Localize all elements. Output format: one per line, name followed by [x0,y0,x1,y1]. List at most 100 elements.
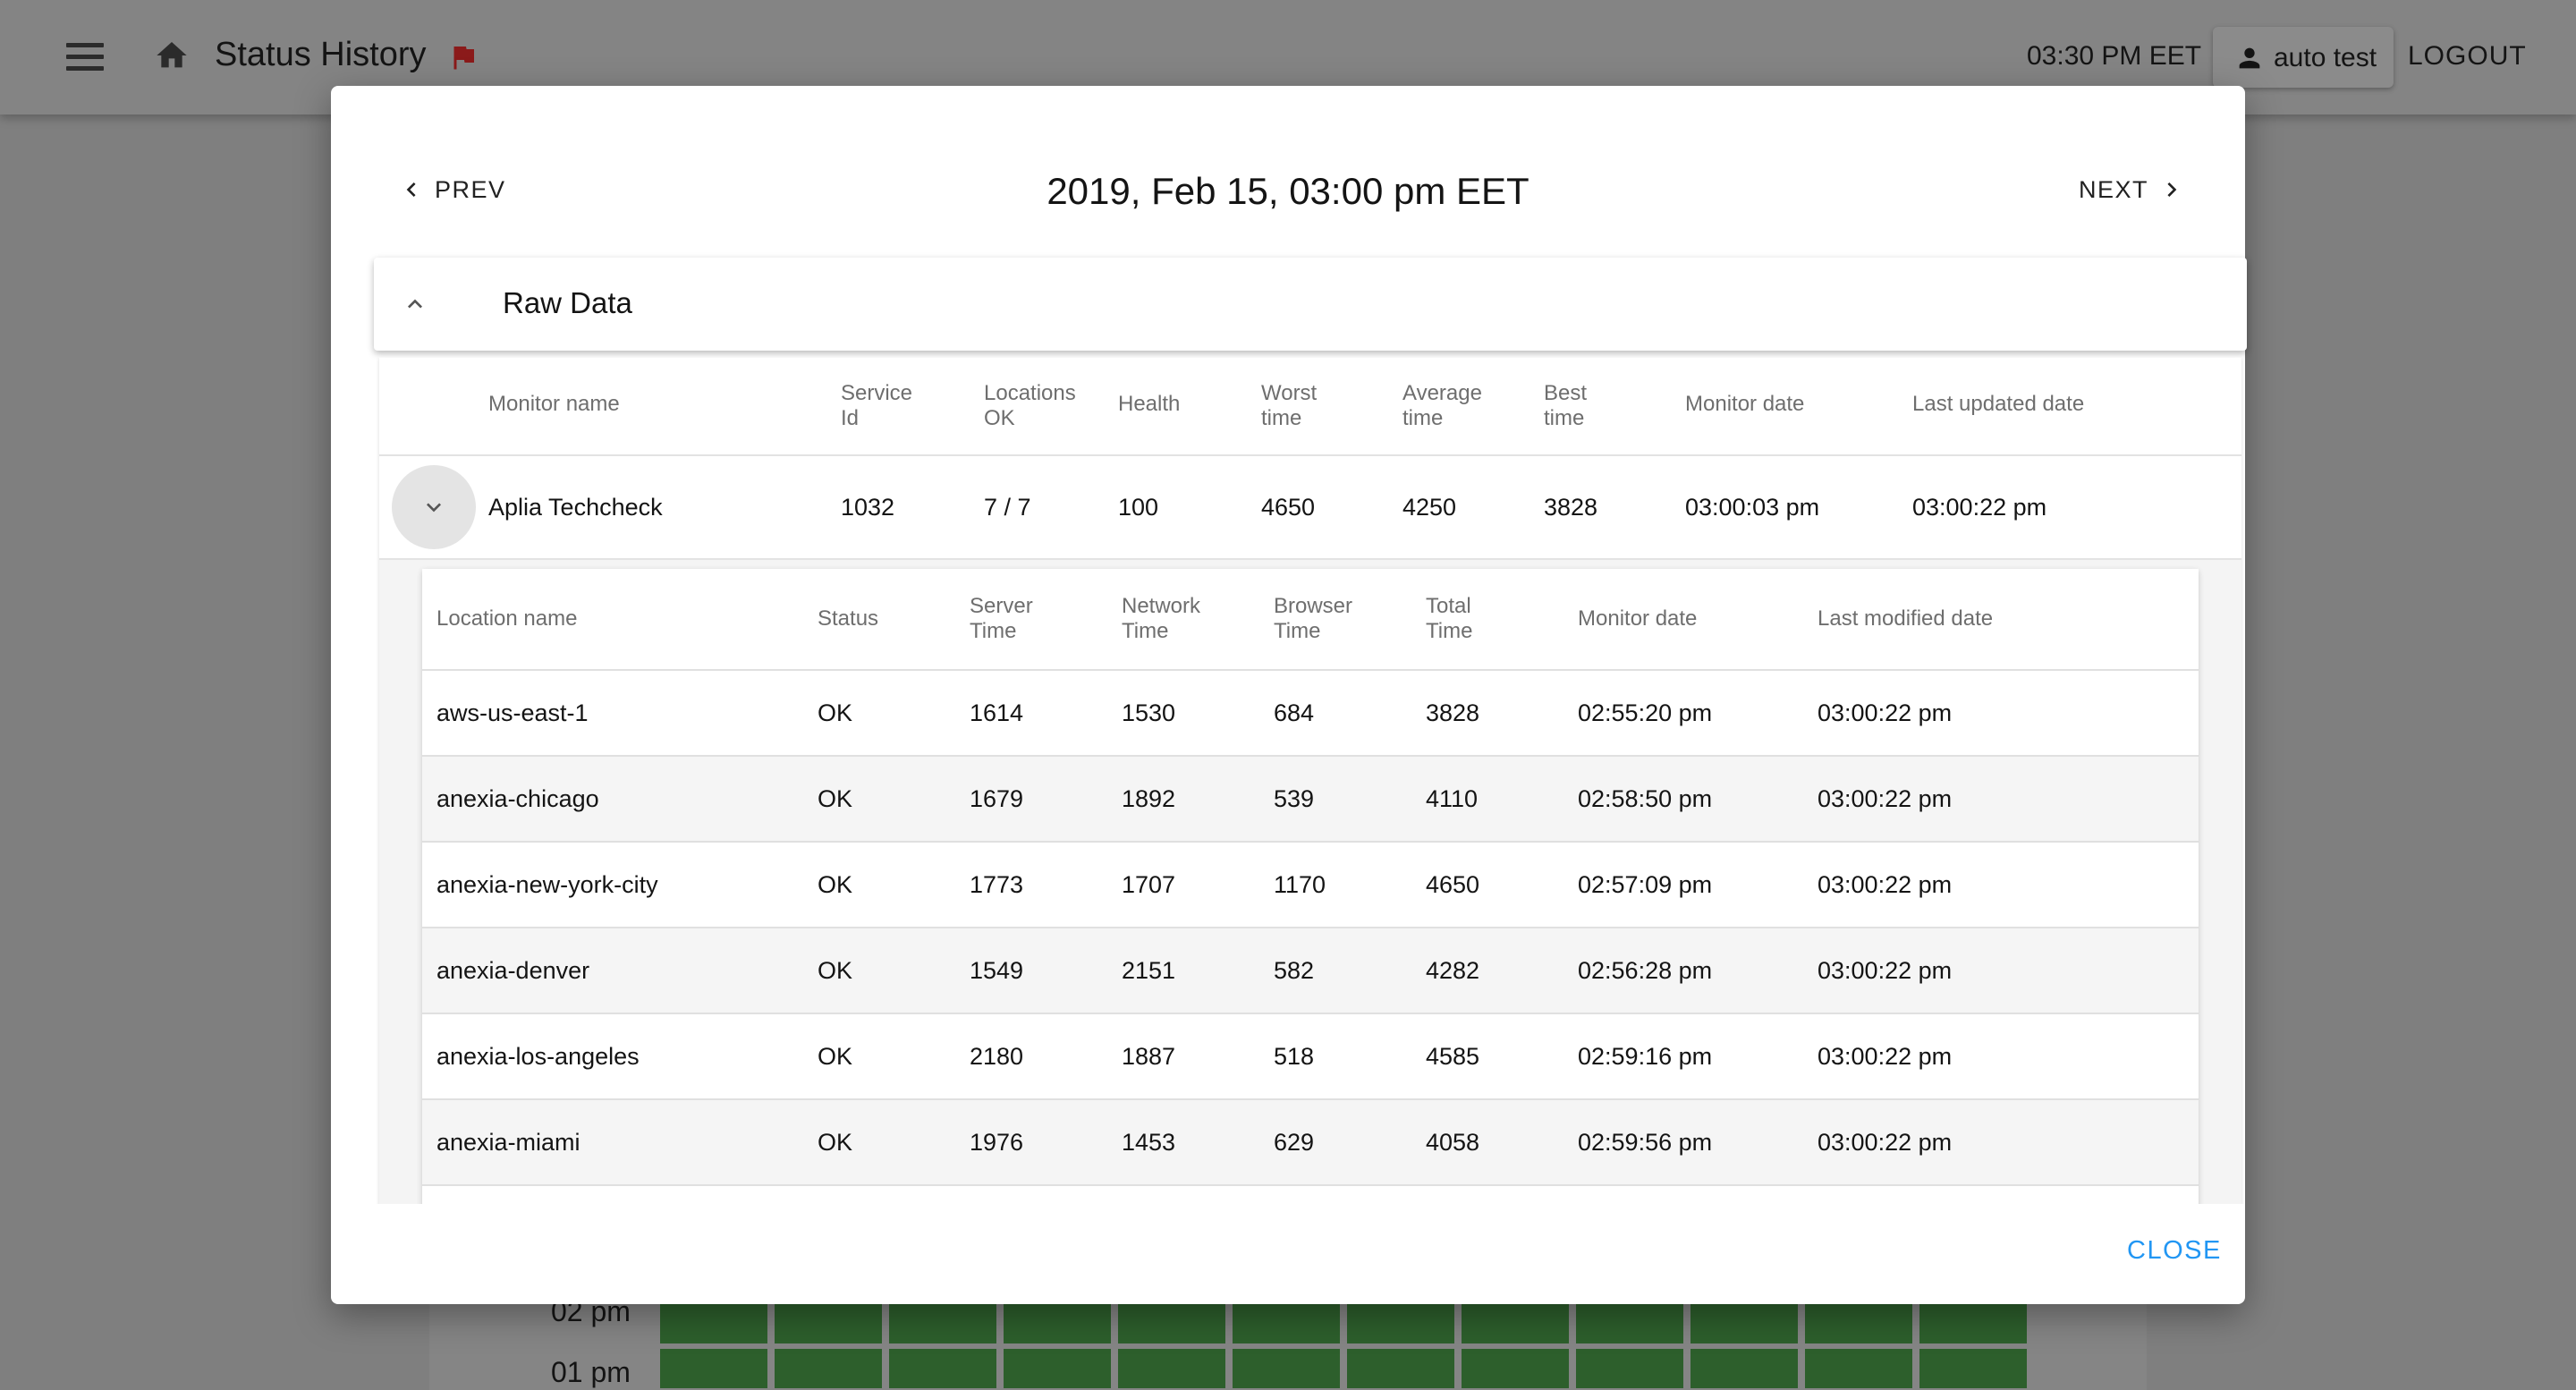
chevron-right-icon [2167,182,2177,197]
expanded-row-detail: Location name Status Server Time Network… [379,560,2241,1204]
status-cell[interactable] [1805,1349,1912,1388]
header-service-id[interactable]: Service Id [841,381,912,431]
header-server-time[interactable]: Server Time [970,594,1033,644]
status-cell[interactable] [1919,1304,2027,1343]
status-cell[interactable] [889,1304,996,1343]
status-cell[interactable] [660,1349,767,1388]
status: OK [818,1043,853,1070]
status-cell[interactable] [1690,1304,1798,1343]
status-cell[interactable] [1118,1304,1225,1343]
status: OK [818,871,853,898]
status-cell[interactable] [1347,1349,1454,1388]
total-time: 4110 [1426,785,1479,812]
status-cell[interactable] [1233,1304,1340,1343]
header-last-updated-date[interactable]: Last updated date [1912,392,2084,417]
status-cell[interactable] [889,1349,996,1388]
logout-button[interactable]: LOGOUT [2408,41,2527,72]
table-row[interactable]: anexia-denver OK 1549 2151 582 4282 02:5… [422,928,2199,1014]
last-modified-date: 03:00:22 pm [1818,1043,1953,1070]
header-line: Id [841,406,860,430]
home-icon[interactable] [152,38,191,73]
header-total-time[interactable]: Total Time [1426,594,1472,644]
last-updated-date: 03:00:22 pm [1912,494,2047,521]
clock-time: 03:30 PM EET [2027,41,2202,71]
header-line: Time [1274,619,1321,643]
status-cell[interactable] [1004,1349,1111,1388]
user-button[interactable]: auto test [2213,27,2394,88]
status-cell[interactable] [1576,1349,1683,1388]
chevron-down-icon [427,503,441,513]
header-line: time [1402,406,1444,430]
monitor-date: 02:59:56 pm [1578,1129,1713,1156]
table-row[interactable]: anexia-chicago OK 1679 1892 539 4110 02:… [422,757,2199,843]
server-time: 1614 [970,699,1024,726]
monitor-name: Aplia Techcheck [488,494,663,521]
header-monitor-date[interactable]: Monitor date [1578,606,1697,631]
menu-icon[interactable] [66,43,104,72]
status-cell[interactable] [775,1304,882,1343]
status-cell[interactable] [775,1349,882,1388]
last-modified-date: 03:00:22 pm [1818,957,1953,984]
close-button[interactable]: CLOSE [2127,1236,2222,1266]
server-time: 2180 [970,1043,1024,1070]
monitor-date: 02:57:09 pm [1578,871,1713,898]
status-cell[interactable] [1462,1349,1569,1388]
status-cell[interactable] [1233,1349,1340,1388]
status: OK [818,957,853,984]
header-health[interactable]: Health [1118,392,1180,417]
dialog-date-title: 2019, Feb 15, 03:00 pm EET [1046,170,1530,212]
last-modified-date: 03:00:22 pm [1818,699,1953,726]
header-last-modified-date[interactable]: Last modified date [1818,606,1993,631]
header-average-time[interactable]: Average time [1402,381,1482,431]
server-time: 1976 [970,1129,1024,1156]
raw-data-scroll-area[interactable]: Monitor name Service Id Locations OK Hea… [376,358,2245,1204]
flag-icon[interactable] [447,39,479,75]
header-line: OK [984,406,1015,430]
header-worst-time[interactable]: Worst time [1261,381,1317,431]
chevron-up-icon [408,299,422,309]
header-locations-ok[interactable]: Locations OK [984,381,1076,431]
table-row[interactable]: anexia-miami OK 1976 1453 629 4058 02:59… [422,1100,2199,1186]
location-name: anexia-los-angeles [436,1043,640,1070]
raw-data-panel-header[interactable]: Raw Data [374,258,2247,351]
browser-time: 539 [1274,785,1315,812]
status-grid-row [660,1349,2027,1388]
table-row[interactable]: anexia-los-angeles OK 2180 1887 518 4585… [422,1014,2199,1100]
worst-time: 4650 [1261,494,1316,521]
status-cell[interactable] [1347,1304,1454,1343]
header-location-name[interactable]: Location name [436,606,577,631]
total-time: 4585 [1426,1043,1480,1070]
header-line: Best [1544,381,1588,405]
monitor-row[interactable]: Aplia Techcheck 1032 7 / 7 100 4650 4250… [379,456,2241,560]
status-grid-row [660,1304,2027,1343]
user-name: auto test [2274,43,2377,72]
monitor-table: Monitor name Service Id Locations OK Hea… [379,358,2241,1204]
header-line: Time [1122,619,1169,643]
location-name: anexia-chicago [436,785,599,812]
server-time: 1679 [970,785,1024,812]
status-cell[interactable] [1462,1304,1569,1343]
header-monitor-date[interactable]: Monitor date [1685,392,1804,417]
header-monitor-name[interactable]: Monitor name [488,392,620,417]
status-cell[interactable] [660,1304,767,1343]
table-row[interactable]: aws-us-east-1 OK 1614 1530 684 3828 02:5… [422,671,2199,757]
status-cell[interactable] [1805,1304,1912,1343]
table-row[interactable]: anexia-new-york-city OK 1773 1707 1170 4… [422,843,2199,928]
status: OK [818,785,853,812]
status-cell[interactable] [1576,1304,1683,1343]
header-status[interactable]: Status [818,606,878,631]
header-best-time[interactable]: Best time [1544,381,1587,431]
header-network-time[interactable]: Network Time [1122,594,1200,644]
next-button[interactable]: NEXT [2079,175,2186,204]
collapse-row-button[interactable] [392,465,476,549]
hour-label: 01 pm [551,1356,631,1388]
location-name: aws-us-east-1 [436,699,589,726]
status-cell[interactable] [1004,1304,1111,1343]
status-cell[interactable] [1118,1349,1225,1388]
header-browser-time[interactable]: Browser Time [1274,594,1352,644]
total-time: 3828 [1426,699,1480,726]
status-cell[interactable] [1919,1349,2027,1388]
next-label: NEXT [2079,175,2149,203]
location-table: Location name Status Server Time Network… [422,569,2199,1204]
status-cell[interactable] [1690,1349,1798,1388]
